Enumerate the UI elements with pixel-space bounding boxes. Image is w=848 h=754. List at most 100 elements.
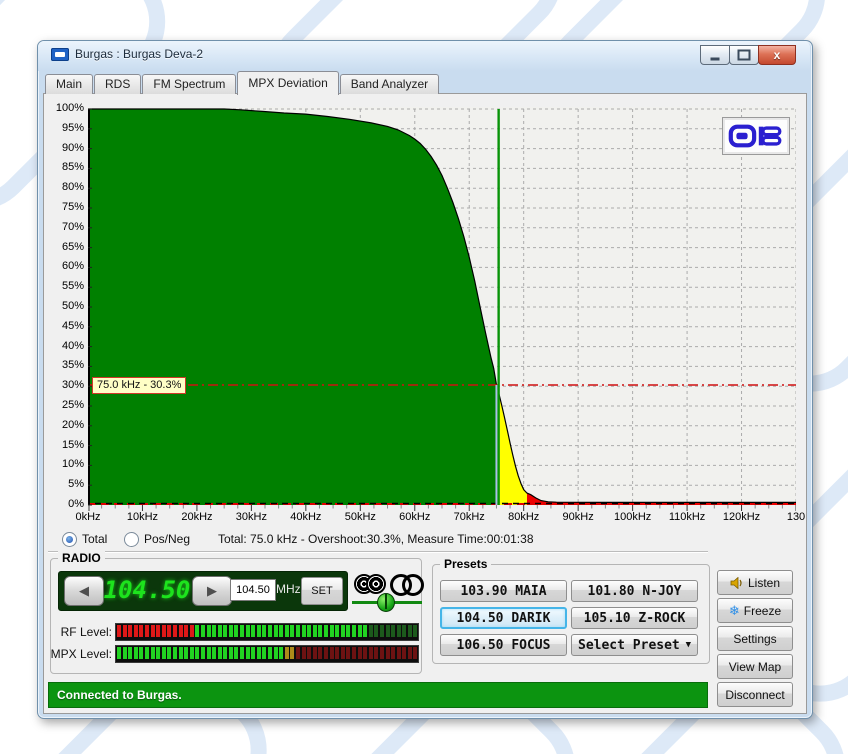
tab-bar: MainRDSFM SpectrumMPX DeviationBand Anal… [45,71,440,94]
mpx-meter-segment [156,647,160,659]
view-map-button[interactable]: View Map [717,654,793,679]
mpx-meter-segment [374,647,378,659]
disconnect-button[interactable]: Disconnect [717,682,793,707]
mpx-meter-segment [218,647,222,659]
mpx-meter-segment [307,647,311,659]
freeze-button[interactable]: ❄ Freeze [717,598,793,623]
frequency-input[interactable] [230,579,276,601]
rf-meter-segment [374,625,378,637]
desktop-background: Burgas : Burgas Deva-2 x MainRDSFM Spect… [0,0,848,754]
mpx-meter-segment [341,647,345,659]
total-radio[interactable] [62,532,77,547]
rf-meter-segment [234,625,238,637]
rf-meter-segment [167,625,171,637]
mpx-meter-segment [335,647,339,659]
rf-meter-segment [229,625,233,637]
mpx-meter-segment [251,647,255,659]
rf-meter-segment [391,625,395,637]
mpx-meter-segment [240,647,244,659]
mpx-meter-segment [386,647,390,659]
mpx-meter-segment [190,647,194,659]
posneg-radio[interactable] [124,532,139,547]
rf-meter-segment [173,625,177,637]
action-button-label: Freeze [744,604,781,618]
rf-meter-segment [296,625,300,637]
rf-meter-segment [139,625,143,637]
mpx-meter-segment [363,647,367,659]
frequency-up-button[interactable]: ▶ [192,576,232,606]
y-axis-label: 15% [40,439,84,451]
maximize-button[interactable] [729,45,759,65]
y-axis-label: 75% [40,201,84,213]
rf-meter-segment [179,625,183,637]
mpx-meter-segment [279,647,283,659]
posneg-radio-label: Pos/Neg [144,532,190,546]
rf-meter-segment [251,625,255,637]
tab-rds[interactable]: RDS [94,74,141,94]
tab-mpx-deviation[interactable]: MPX Deviation [237,71,338,95]
tab-main[interactable]: Main [45,74,93,94]
chart-area-deviation-within-limit [88,109,497,505]
mpx-meter-segment [184,647,188,659]
mpx-meter-segment [234,647,238,659]
preset-button-106.50-focus[interactable]: 106.50 FOCUS [440,634,567,656]
mpx-meter-segment [128,647,132,659]
mpx-meter-segment [402,647,406,659]
rf-meter-segment [397,625,401,637]
action-button-label: View Map [729,660,781,674]
deva-db-logo [722,117,790,155]
mpx-meter-segment [195,647,199,659]
y-axis-label: 35% [40,359,84,371]
set-frequency-button[interactable]: SET [301,577,343,605]
rf-meter-segment [195,625,199,637]
mpx-meter-segment [173,647,177,659]
mpx-meter-segment [246,647,250,659]
rf-meter-segment [346,625,350,637]
minimize-button[interactable] [700,45,730,65]
rf-meter-segment [341,625,345,637]
mpx-meter-segment [302,647,306,659]
tab-band-analyzer[interactable]: Band Analyzer [340,74,439,94]
preset-button-105.10-z-rock[interactable]: 105.10 Z-ROCK [571,607,698,629]
rf-meter-segment [302,625,306,637]
frequency-led-display: 104.50 [102,575,192,605]
listen-button[interactable]: Listen [717,570,793,595]
y-axis-label: 40% [40,340,84,352]
y-axis-label: 30% [40,379,84,391]
mpx-meter-segment [313,647,317,659]
mpx-meter-segment [151,647,155,659]
rf-meter-segment [246,625,250,637]
preset-button-101.80-n-joy[interactable]: 101.80 N-JOY [571,580,698,602]
preset-dropdown[interactable]: Select Preset▼ [571,634,698,656]
mpx-level-label: MPX Level: [36,647,112,661]
rf-meter-segment [262,625,266,637]
preset-button-104.50-darik[interactable]: 104.50 DARIK [440,607,567,629]
mpx-meter-segment [290,647,294,659]
volume-slider-knob[interactable] [377,593,395,612]
close-button[interactable]: x [758,45,796,65]
rf-meter-segment [240,625,244,637]
mpx-meter-segment [262,647,266,659]
mpx-meter-segment [324,647,328,659]
rf-meter-segment [223,625,227,637]
snowflake-icon: ❄ [729,604,740,617]
rf-meter-segment [268,625,272,637]
y-axis-label: 65% [40,241,84,253]
rf-level-label: RF Level: [40,625,112,639]
mpx-meter-segment [413,647,417,659]
rf-meter-segment [274,625,278,637]
y-axis-label: 70% [40,221,84,233]
settings-button[interactable]: Settings [717,626,793,651]
preset-button-103.90-maia[interactable]: 103.90 MAIA [440,580,567,602]
y-axis-label: 95% [40,122,84,134]
y-axis-label: 55% [40,280,84,292]
frequency-down-button[interactable]: ◀ [64,576,104,606]
db-logo-glyph [728,123,784,149]
mpx-meter-segment [352,647,356,659]
speaker-icon [730,577,744,589]
mpx-meter-segment [134,647,138,659]
tab-fm-spectrum[interactable]: FM Spectrum [142,74,236,94]
minimize-icon [711,58,720,61]
mpx-deviation-chart[interactable] [88,107,796,515]
status-bar: Connected to Burgas. [48,682,708,708]
